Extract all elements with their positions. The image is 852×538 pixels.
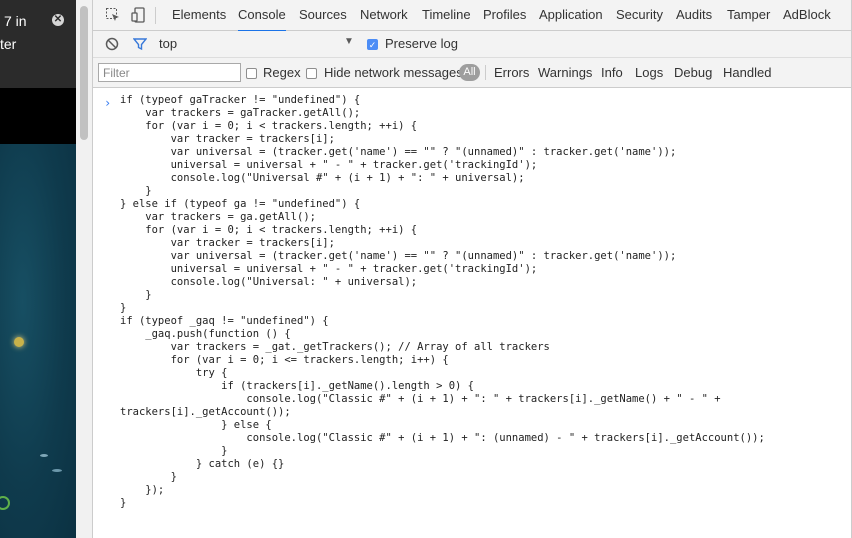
level-all-button[interactable]: All [459,64,480,81]
console-filter-bar: Regex Hide network messages All Errors W… [93,58,852,88]
tab-tamper[interactable]: Tamper [727,0,770,30]
page-header-dark: 7 in ter ✕ [0,0,76,88]
tab-console[interactable]: Console [238,0,286,32]
tab-sources[interactable]: Sources [299,0,347,30]
map-dot [52,469,62,472]
level-info-button[interactable]: Info [601,65,623,80]
tab-audits[interactable]: Audits [676,0,712,30]
tab-elements[interactable]: Elements [172,0,226,30]
devtools-tab-bar: Elements Console Sources Network Timelin… [93,0,852,32]
console-prompt-chevron-icon: › [104,96,112,110]
preserve-log-checkbox[interactable]: ✓ [367,39,378,50]
page-scrollbar[interactable] [76,0,92,538]
clear-console-icon[interactable] [105,37,121,53]
context-selector-value[interactable]: top [159,36,177,51]
filter-input[interactable] [98,63,241,82]
page-text-line-2: ter [0,36,17,52]
chevron-down-icon[interactable]: ▼ [344,36,354,47]
tab-profiles[interactable]: Profiles [483,0,526,30]
map-marker-green[interactable] [0,496,10,510]
preserve-log-label: Preserve log [385,36,458,51]
tab-network[interactable]: Network [360,0,408,30]
web-page-partial: 7 in ter ✕ [0,0,76,538]
level-logs-button[interactable]: Logs [635,65,663,80]
hide-network-label: Hide network messages [324,65,463,80]
map-dot [40,454,48,457]
level-warnings-button[interactable]: Warnings [538,65,592,80]
close-circle-icon[interactable]: ✕ [52,14,64,26]
toolbar-divider [155,7,156,24]
devtools-panel: Elements Console Sources Network Timelin… [92,0,852,538]
hide-network-checkbox[interactable] [306,68,317,79]
regex-label: Regex [263,65,301,80]
page-black-band [0,88,76,144]
regex-checkbox[interactable] [246,68,257,79]
console-input-code[interactable]: if (typeof gaTracker != "undefined") { v… [120,94,765,510]
tab-application[interactable]: Application [539,0,603,30]
tab-timeline[interactable]: Timeline [422,0,471,30]
level-debug-button[interactable]: Debug [674,65,712,80]
inspect-element-icon[interactable] [105,7,121,23]
tab-adblock[interactable]: AdBlock [783,0,831,30]
page-scrollbar-thumb[interactable] [80,6,88,140]
level-errors-button[interactable]: Errors [494,65,529,80]
device-toolbar-icon[interactable] [131,7,147,23]
map-marker[interactable] [14,337,24,347]
console-output[interactable]: › if (typeof gaTracker != "undefined") {… [93,88,852,538]
filter-divider [485,65,486,80]
filter-funnel-icon[interactable] [132,37,149,53]
page-text-line-1: 7 in [4,13,27,29]
console-toolbar: top ▼ ✓ Preserve log [93,31,852,58]
tab-security[interactable]: Security [616,0,663,30]
level-handled-button[interactable]: Handled [723,65,771,80]
page-map-background [0,144,76,538]
